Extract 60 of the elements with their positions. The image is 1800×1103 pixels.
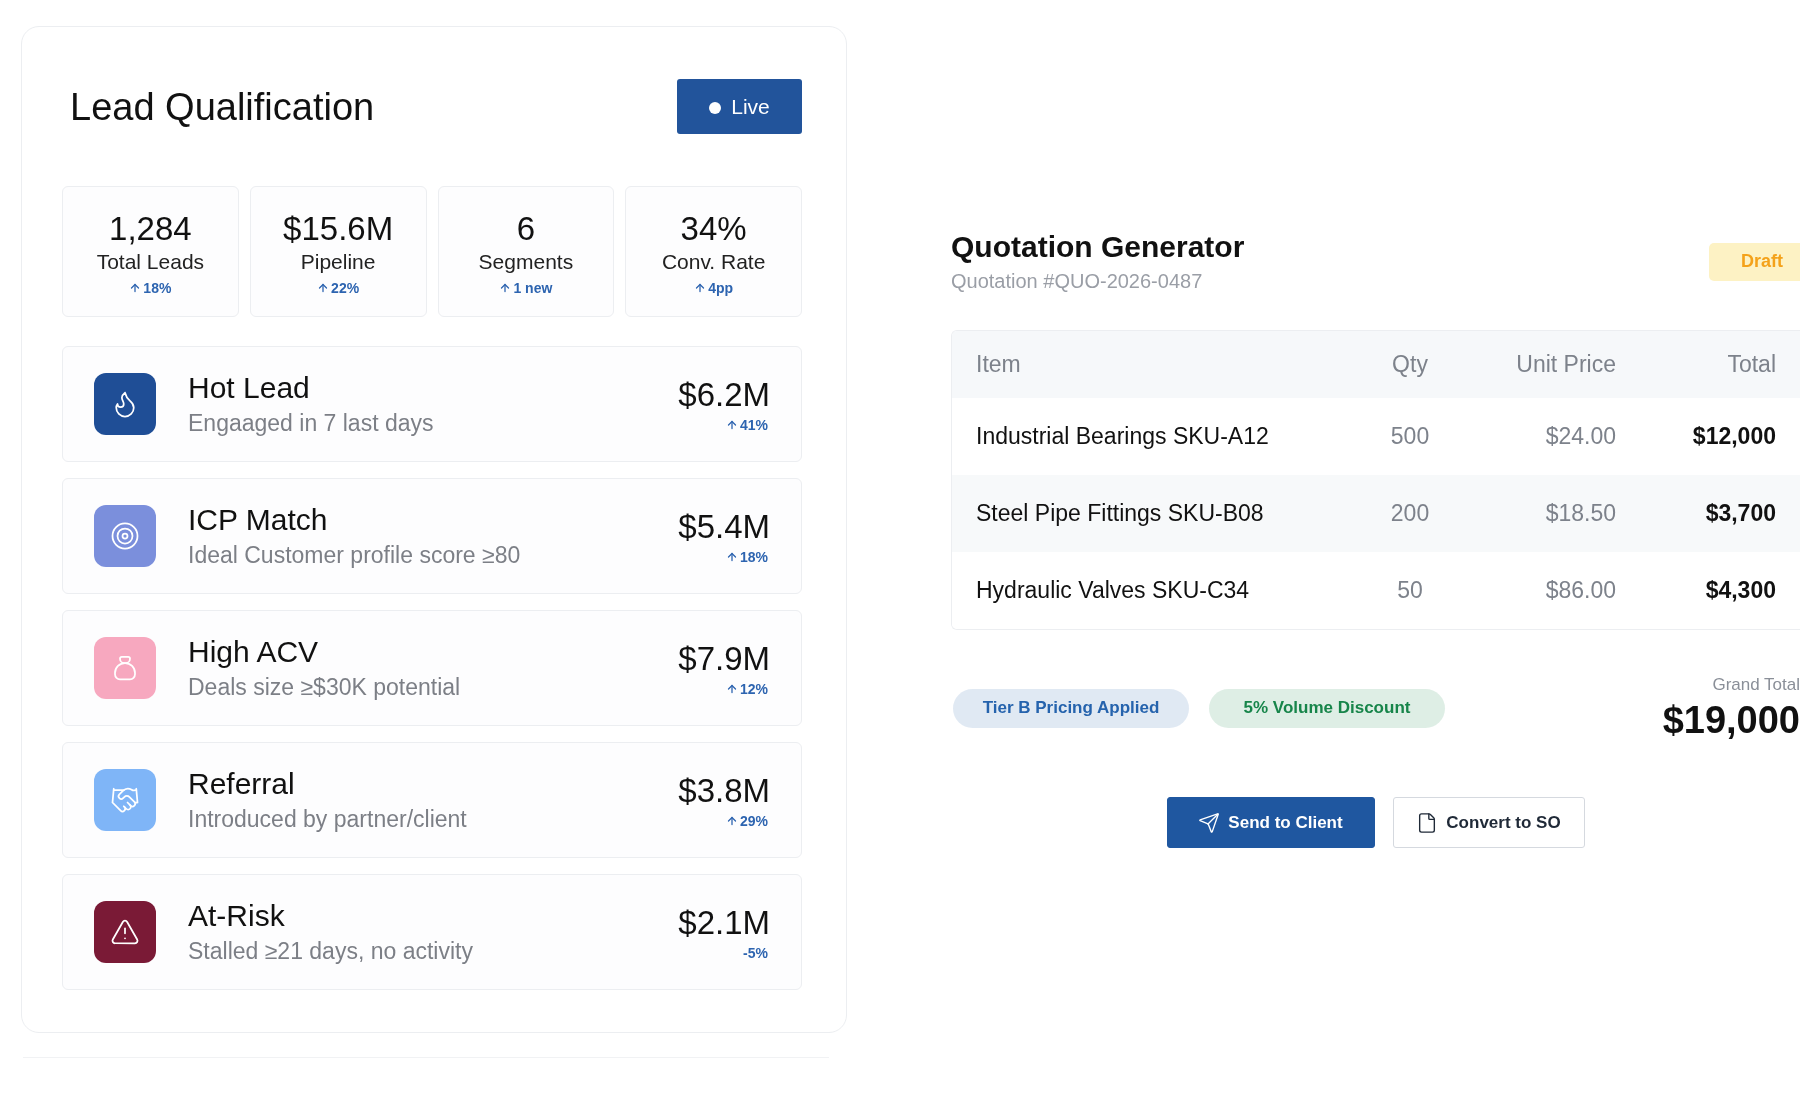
table-cell-text: Steel Pipe Fittings SKU-B08 bbox=[976, 499, 1264, 529]
column-header: Total bbox=[1727, 350, 1776, 380]
tag: Tier B Pricing Applied bbox=[953, 688, 1189, 728]
segment-description: Engaaged in 7 last days bbox=[188, 409, 434, 438]
tag: 5% Volume Discount bbox=[1209, 688, 1445, 728]
segment-title: Hot Lead bbox=[188, 370, 310, 406]
table-cell-text: $3,700 bbox=[1705, 499, 1776, 529]
table-cell-text: $24.00 bbox=[1545, 422, 1616, 452]
stat-label: Conv. Rate bbox=[661, 249, 766, 275]
change-text: 1 new bbox=[513, 281, 553, 295]
table-cell-text: $18.50 bbox=[1545, 499, 1616, 529]
column-header: Item bbox=[976, 350, 1021, 380]
stat-value: 6 bbox=[516, 211, 536, 247]
change-text: 18% bbox=[143, 281, 172, 295]
panel-title: Quotation Generator bbox=[951, 229, 1245, 265]
table-cell-text: Industrial Bearings SKU-A12 bbox=[976, 422, 1269, 452]
paper-plane-icon bbox=[1198, 811, 1221, 834]
stat-value: 1,284 bbox=[109, 211, 192, 247]
stat-label: Total Leads bbox=[96, 249, 205, 275]
segment-description: Deals size ≥$30K potential bbox=[188, 673, 461, 702]
change-text: 18% bbox=[739, 550, 768, 564]
segment-value: $5.4M bbox=[678, 508, 770, 546]
stat-value: 34% bbox=[680, 211, 747, 247]
segment-title: ICP Match bbox=[188, 502, 328, 538]
grand-total-value: $19,000 bbox=[1662, 698, 1800, 742]
stat-label: Pipeline bbox=[300, 249, 376, 275]
card-title: Lead Qualification bbox=[70, 87, 375, 126]
table-cell-text: Hydraulic Valves SKU-C34 bbox=[976, 576, 1250, 606]
segment-value: $7.9M bbox=[678, 640, 770, 678]
segment-value: $3.8M bbox=[678, 772, 770, 810]
send-button[interactable]: Send to Client bbox=[1166, 797, 1375, 848]
stat-value: $15.6M bbox=[283, 211, 394, 247]
segment-title: High ACV bbox=[188, 634, 319, 670]
segment-description: Ideal Customer profile score ≥80 bbox=[188, 541, 521, 570]
table-cell-text: 200 bbox=[1390, 499, 1430, 529]
convert-button[interactable]: Convert to SO bbox=[1392, 797, 1585, 848]
segment-description: Introduced by partner/client bbox=[188, 805, 467, 834]
change-text: -5% bbox=[743, 946, 768, 960]
stat-label: Segments bbox=[478, 249, 574, 275]
segment-value: $6.2M bbox=[678, 376, 770, 414]
table-cell-text: $4,300 bbox=[1705, 576, 1776, 606]
change-text: 22% bbox=[331, 281, 360, 295]
table-cell-text: $86.00 bbox=[1545, 576, 1616, 606]
change-text: 4pp bbox=[708, 281, 734, 295]
change-text: 41% bbox=[739, 418, 768, 432]
change-text: 12% bbox=[739, 682, 768, 696]
column-header: Qty bbox=[1392, 350, 1428, 380]
segment-title: At-Risk bbox=[188, 898, 285, 934]
table-cell-text: 50 bbox=[1397, 576, 1423, 606]
change-text: 29% bbox=[739, 814, 768, 828]
table-cell-text: 500 bbox=[1390, 422, 1430, 452]
segment-value: $2.1M bbox=[678, 904, 770, 942]
grand-total-label: Grand Total bbox=[1712, 674, 1800, 696]
column-header: Unit Price bbox=[1516, 350, 1616, 380]
live-label: Live bbox=[731, 96, 770, 117]
quotation-number: Quotation #QUO-2026-0487 bbox=[951, 269, 1203, 294]
segment-title: Referral bbox=[188, 766, 295, 802]
table-cell-text: $12,000 bbox=[1692, 422, 1776, 452]
status-badge: Draft bbox=[1709, 242, 1800, 281]
segment-description: Stalled ≥21 days, no activity bbox=[188, 937, 473, 966]
